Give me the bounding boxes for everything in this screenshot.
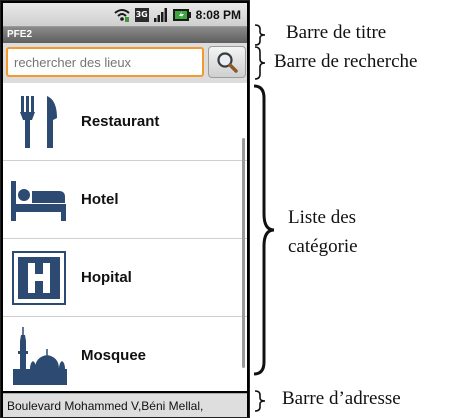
list-item-label: Mosquee xyxy=(81,347,147,364)
fork-knife-icon xyxy=(11,94,67,150)
annotation-search-bar: Barre de recherche xyxy=(274,51,418,72)
category-list: Restaurant Hotel Hopital Mosquee xyxy=(3,83,247,391)
address-bar: Boulevard Mohammed V,Béni Mellal, xyxy=(3,393,247,417)
list-item-restaurant[interactable]: Restaurant xyxy=(3,83,247,161)
list-item-label: Restaurant xyxy=(81,113,160,130)
list-item-hotel[interactable]: Hotel xyxy=(3,161,247,239)
app-title-bar: PFE2 xyxy=(3,27,247,43)
list-item-mosque[interactable]: Mosquee xyxy=(3,317,247,391)
search-button[interactable] xyxy=(208,46,246,78)
wifi-icon xyxy=(113,8,130,22)
scrollbar[interactable] xyxy=(242,138,245,368)
bed-icon xyxy=(11,172,67,228)
search-bar-brace xyxy=(254,46,266,80)
search-input[interactable] xyxy=(6,47,204,77)
search-bar xyxy=(3,43,247,83)
signal-icon xyxy=(153,7,167,22)
annotation-title-bar: Barre de titre xyxy=(286,22,387,43)
hospital-icon xyxy=(11,250,67,306)
list-item-label: Hotel xyxy=(81,191,119,208)
list-item-label: Hopital xyxy=(81,269,132,286)
annotation-list-line1: Liste des xyxy=(288,207,357,228)
phone-screen: 3G 8:08 PM PFE2 rechercher des lieux Res… xyxy=(0,0,250,418)
list-brace xyxy=(253,84,275,376)
status-bar: 3G 8:08 PM xyxy=(3,3,247,27)
list-item-hospital[interactable]: Hopital xyxy=(3,239,247,317)
mosque-icon xyxy=(11,326,67,385)
status-time: 8:08 PM xyxy=(195,7,241,22)
annotation-list-line2: catégorie xyxy=(288,236,358,257)
search-icon xyxy=(217,52,238,73)
title-bar-brace xyxy=(254,24,266,46)
address-bar-brace xyxy=(254,390,266,412)
network-type-icon: 3G xyxy=(134,7,149,22)
battery-icon xyxy=(172,8,191,21)
annotation-address-bar: Barre d’adresse xyxy=(282,388,401,409)
